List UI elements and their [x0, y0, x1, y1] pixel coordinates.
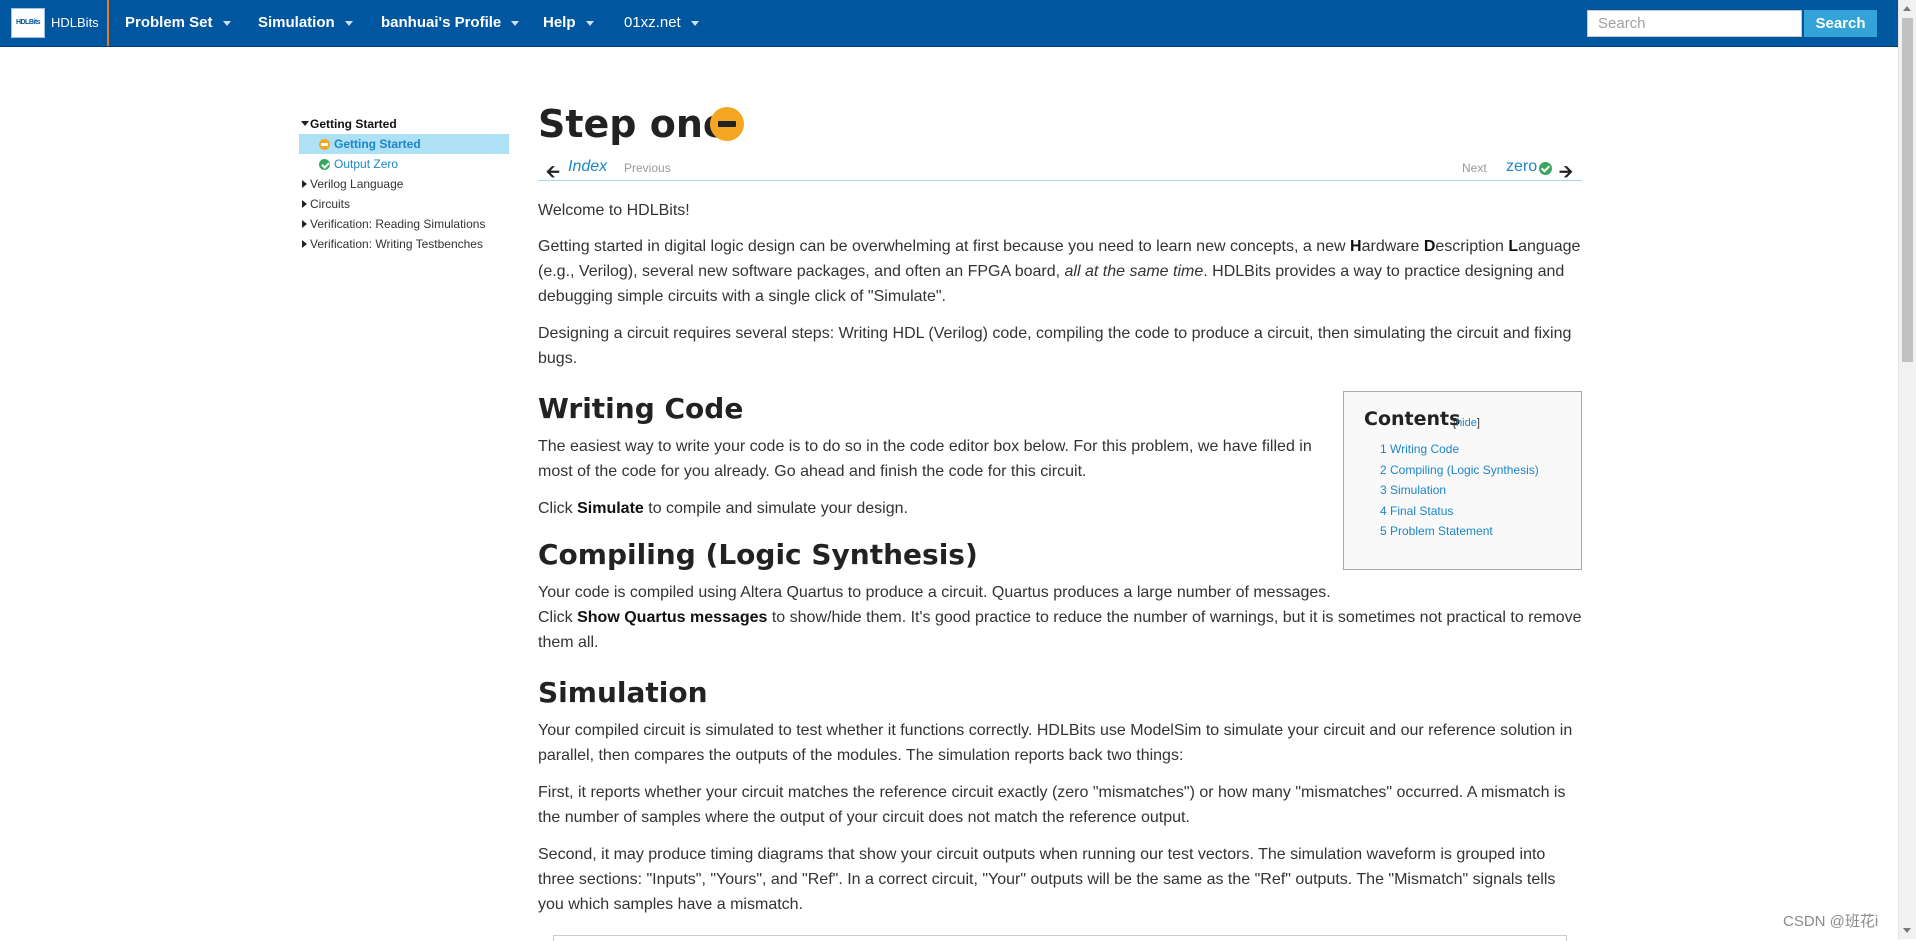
text-run: to compile and simulate your design.	[643, 500, 908, 517]
toc-item[interactable]: 4 Final Status	[1380, 504, 1453, 518]
sidebar-group-verilog-language[interactable]: Verilog Language	[299, 174, 509, 194]
toc-item[interactable]: 1 Writing Code	[1380, 442, 1459, 456]
intro-text: Welcome to HDLBits!	[538, 202, 690, 219]
scroll-down-icon[interactable]	[1903, 928, 1911, 933]
toc-item[interactable]: 2 Compiling (Logic Synthesis)	[1380, 463, 1539, 477]
text-run: ardware	[1361, 238, 1424, 255]
triangle-right-icon	[302, 200, 307, 208]
sidebar-group-circuits[interactable]: Circuits	[299, 194, 509, 214]
paragraph: Getting started in digital logic design …	[538, 234, 1582, 309]
toc-item[interactable]: 3 Simulation	[1380, 483, 1446, 497]
sidebar-group-label: Circuits	[310, 197, 351, 211]
triangle-right-icon	[302, 240, 307, 248]
section-heading-writing-code: Writing Code	[538, 392, 744, 425]
chevron-down-icon	[585, 20, 594, 26]
nav-problem-set[interactable]: Problem Set	[125, 0, 231, 46]
chevron-down-icon	[344, 20, 353, 26]
text-run: Getting started in digital logic design …	[538, 238, 1351, 255]
text-run-italic: all at the same time	[1064, 263, 1204, 280]
paragraph: First, it reports whether your circuit m…	[538, 784, 1566, 826]
watermark: CSDN @班花i	[1783, 913, 1879, 930]
check-circle-icon	[1539, 162, 1552, 175]
table-of-contents: Contents [hide] 1 Writing Code 2 Compili…	[1343, 391, 1582, 570]
sidebar-group-verification-writing[interactable]: Verification: Writing Testbenches	[299, 234, 509, 254]
nav-profile[interactable]: banhuai's Profile	[381, 0, 520, 46]
code-editor-box-edge	[553, 935, 1567, 941]
nav-problem-set-label: Problem Set	[125, 14, 213, 31]
chevron-down-icon	[222, 20, 231, 26]
toc-title: Contents	[1364, 408, 1461, 430]
text-run-bold: D	[1423, 238, 1436, 255]
paragraph: Your code is compiled using Altera Quart…	[538, 580, 1582, 655]
chevron-down-icon	[511, 20, 520, 26]
section-heading-compiling: Compiling (Logic Synthesis)	[538, 538, 978, 571]
paragraph: Designing a circuit requires several ste…	[538, 325, 1572, 367]
scrollbar-thumb[interactable]	[1902, 18, 1913, 362]
nav-simulation-label: Simulation	[258, 14, 335, 31]
chevron-down-icon	[690, 20, 699, 26]
sidebar-nav: Getting Started Getting Started Output Z…	[299, 114, 509, 254]
previous-label: Previous	[624, 161, 671, 175]
sidebar-item-label: Getting Started	[334, 137, 421, 151]
nav-01xz[interactable]: 01xz.net	[624, 0, 699, 46]
toc-item[interactable]: 5 Problem Statement	[1380, 524, 1493, 538]
pager: 🡨 Index Previous Next zero 🡪	[538, 156, 1582, 182]
sidebar-group-getting-started[interactable]: Getting Started	[299, 114, 509, 134]
scroll-up-icon[interactable]	[1903, 6, 1911, 11]
arrow-left-icon[interactable]: 🡨	[546, 159, 560, 188]
index-link[interactable]: Index	[568, 158, 607, 176]
paragraph: Your compiled circuit is simulated to te…	[538, 722, 1573, 764]
sidebar-group-label: Verification: Reading Simulations	[310, 217, 486, 231]
text-run-bold: L	[1508, 238, 1519, 255]
sidebar-item-label: Output Zero	[334, 157, 399, 171]
text-run-bold: H	[1350, 238, 1362, 255]
nav-profile-label: banhuai's Profile	[381, 14, 502, 31]
arrow-right-icon[interactable]: 🡪	[1559, 159, 1573, 188]
sidebar-group-label: Getting Started	[310, 117, 397, 131]
paragraph: Click Simulate to compile and simulate y…	[538, 496, 908, 521]
text-run: Click	[538, 609, 578, 626]
search-button[interactable]: Search	[1804, 10, 1877, 37]
paragraph: The easiest way to write your code is to…	[538, 438, 1312, 480]
nav-help-label: Help	[543, 14, 576, 31]
check-circle-icon	[319, 159, 330, 170]
text-run-bold: Show Quartus messages	[577, 609, 768, 626]
hdlbits-logo: HDLBits	[11, 8, 45, 38]
page-title: Step one	[538, 102, 729, 146]
sidebar-group-verification-reading[interactable]: Verification: Reading Simulations	[299, 214, 509, 234]
brand-name: HDLBits	[51, 15, 99, 30]
search-input[interactable]	[1587, 10, 1802, 37]
sidebar-group-label: Verification: Writing Testbenches	[310, 237, 483, 251]
text-run: Click	[538, 500, 578, 517]
section-heading-simulation: Simulation	[538, 676, 708, 709]
vertical-scrollbar[interactable]	[1898, 0, 1916, 939]
text-run-bold: Simulate	[577, 500, 644, 517]
toc-hide-toggle[interactable]: [hide]	[1453, 417, 1480, 429]
next-problem-link[interactable]: zero	[1506, 158, 1537, 176]
top-navbar: HDLBits HDLBits Problem Set Simulation b…	[0, 0, 1898, 47]
text-run: escription	[1435, 238, 1509, 255]
nav-help[interactable]: Help	[543, 0, 594, 46]
sidebar-item-getting-started[interactable]: Getting Started	[299, 134, 509, 154]
triangle-right-icon	[302, 180, 307, 188]
toc-hide-link[interactable]: hide	[1456, 417, 1477, 429]
next-label: Next	[1462, 161, 1487, 175]
bracket: ]	[1476, 417, 1480, 429]
triangle-right-icon	[302, 220, 307, 228]
paragraph: Second, it may produce timing diagrams t…	[538, 846, 1556, 913]
brand[interactable]: HDLBits HDLBits	[0, 0, 109, 46]
sidebar-item-output-zero[interactable]: Output Zero	[299, 154, 509, 174]
triangle-down-icon	[301, 121, 309, 126]
text-run: Your code is compiled using Altera Quart…	[538, 584, 1331, 601]
nav-01xz-label: 01xz.net	[624, 14, 681, 31]
minus-circle-icon	[319, 139, 330, 150]
minus-circle-icon	[710, 107, 744, 141]
nav-simulation[interactable]: Simulation	[258, 0, 353, 46]
sidebar-group-label: Verilog Language	[310, 177, 404, 191]
